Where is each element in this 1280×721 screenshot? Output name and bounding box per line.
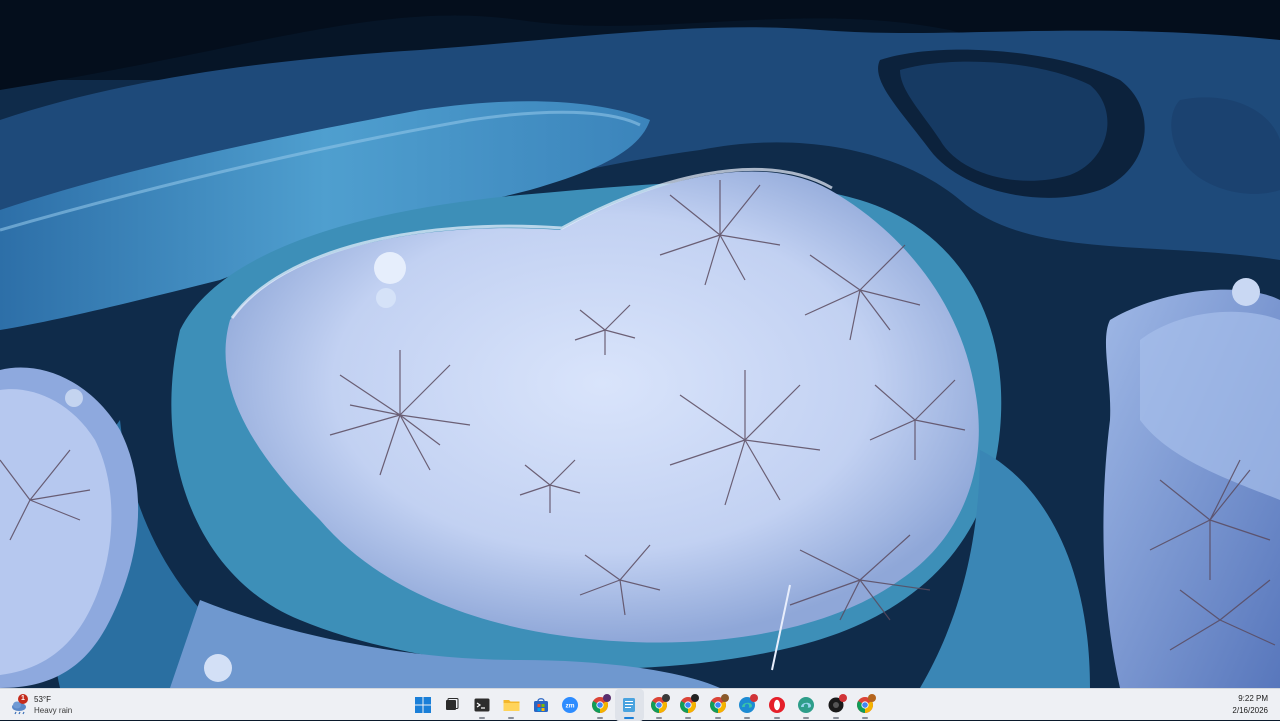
clock-date: 2/16/2026 [1232, 706, 1268, 715]
notepad-button[interactable] [614, 689, 644, 721]
terminal-icon [474, 698, 490, 712]
profile-badge [602, 694, 611, 702]
edge-dev-button[interactable] [792, 689, 822, 721]
opera-icon [768, 697, 785, 713]
chrome-profile-3-button[interactable] [674, 689, 704, 721]
clock-time: 9:22 PM [1238, 694, 1268, 703]
store-button[interactable] [526, 689, 556, 721]
chrome-profile-5-button[interactable] [851, 689, 881, 721]
system-clock[interactable]: 9:22 PM 2/16/2026 [1232, 693, 1268, 717]
notepad-icon [623, 698, 636, 712]
task-view-button[interactable] [438, 689, 468, 721]
weather-condition: Heavy rain [34, 706, 73, 715]
zoom-button[interactable]: zm [556, 689, 586, 721]
weather-widget[interactable]: 1 53°F Heavy rain [10, 691, 72, 719]
weather-temperature: 53°F [34, 695, 51, 704]
file-explorer-button[interactable] [497, 689, 527, 721]
opera-button[interactable] [762, 689, 792, 721]
task-view-icon [446, 698, 459, 710]
folder-icon [503, 700, 520, 711]
app-dark-button[interactable] [821, 689, 851, 721]
zoom-label: zm [566, 703, 575, 710]
terminal-button[interactable] [467, 689, 497, 721]
notification-badge [838, 694, 847, 702]
taskbar: 1 53°F Heavy rain zm 9:22 PM 2/16/2026 [0, 688, 1280, 721]
profile-badge [868, 694, 876, 702]
chrome-profile-4-button[interactable] [703, 689, 733, 721]
cloud-rain-icon: 1 [10, 694, 30, 715]
profile-badge [720, 694, 729, 702]
chrome-profile-2-button[interactable] [644, 689, 674, 721]
zoom-icon: zm [562, 697, 579, 713]
chrome-profile-1-button[interactable] [585, 689, 615, 721]
store-icon [533, 698, 548, 712]
start-button[interactable] [408, 689, 438, 721]
weather-alert-badge: 1 [18, 694, 28, 704]
edge-button[interactable] [733, 689, 763, 721]
windows-logo-icon [414, 697, 431, 713]
profile-badge [661, 694, 670, 702]
edge-dev-icon [798, 697, 815, 713]
profile-badge [691, 694, 699, 702]
taskbar-apps: zm [408, 689, 880, 721]
desktop-wallpaper [0, 0, 1280, 688]
notification-badge [750, 694, 758, 702]
